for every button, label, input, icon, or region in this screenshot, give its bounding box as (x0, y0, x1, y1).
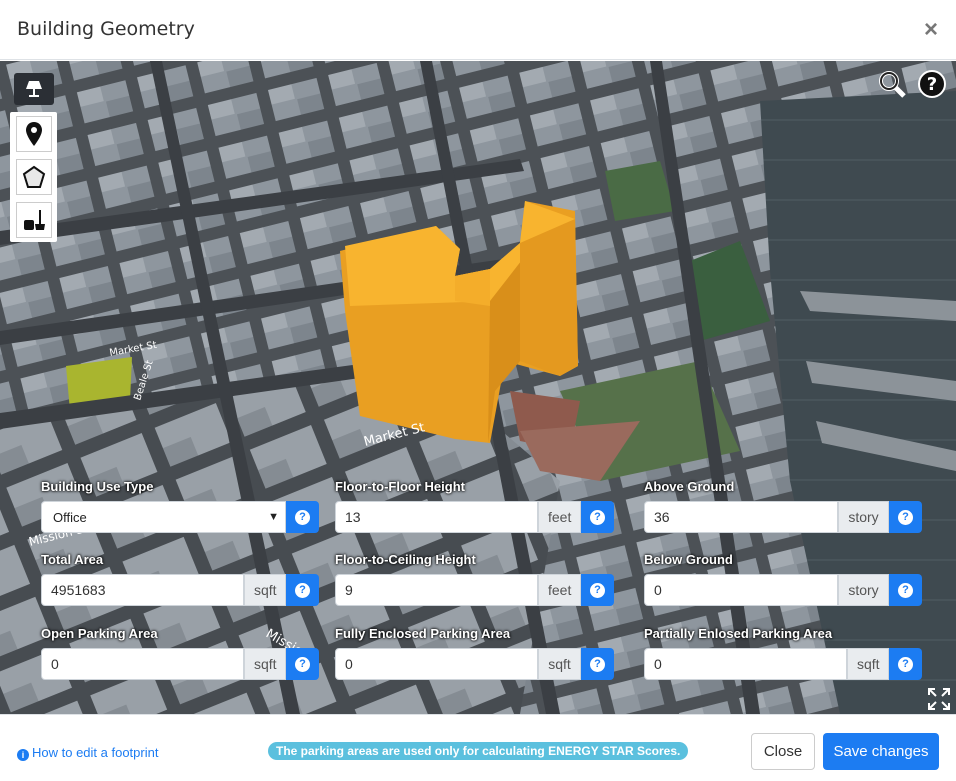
building-use-type-label: Building Use Type (41, 479, 154, 494)
save-changes-button[interactable]: Save changes (823, 733, 939, 770)
help-icon: ? (898, 656, 913, 672)
help-icon[interactable]: ? (916, 68, 948, 100)
total-area-input[interactable]: 4951683 (41, 574, 244, 606)
floor-to-floor-height-help-button[interactable]: ? (581, 501, 614, 533)
how-to-edit-footprint-label: How to edit a footprint (32, 745, 159, 760)
dialog-title: Building Geometry (17, 18, 195, 40)
help-icon: ? (295, 509, 310, 525)
open-parking-area-help-button[interactable]: ? (286, 648, 319, 680)
dialog-header: Building Geometry × (0, 0, 956, 60)
above-ground-help-button[interactable]: ? (889, 501, 922, 533)
total-area-label: Total Area (41, 552, 104, 567)
search-icon[interactable] (876, 68, 908, 100)
above-ground-unit: story (838, 501, 889, 533)
building-use-type-value: Office (53, 510, 87, 525)
above-ground-label: Above Ground (644, 479, 735, 494)
map-pin-icon[interactable] (16, 116, 52, 152)
open-parking-area-label: Open Parking Area (41, 626, 158, 641)
map-view[interactable]: Market St Market St Beale St Mission St … (0, 61, 956, 714)
total-area-help-button[interactable]: ? (286, 574, 319, 606)
floor-to-floor-height-unit: feet (538, 501, 581, 533)
close-icon[interactable]: × (924, 16, 938, 44)
how-to-edit-footprint-link[interactable]: i How to edit a footprint (17, 745, 158, 761)
aerial-city-scene: Market St Market St Beale St Mission St … (0, 61, 956, 714)
above-ground-input[interactable]: 36 (644, 501, 838, 533)
floor-to-ceiling-height-unit: feet (538, 574, 581, 606)
lamp-icon[interactable] (14, 73, 54, 105)
fully-enclosed-parking-area-help-button[interactable]: ? (581, 648, 614, 680)
help-icon: ? (295, 656, 310, 672)
svg-text:?: ? (927, 74, 937, 95)
building-use-type-select[interactable]: Office ▼ (41, 501, 286, 533)
fullscreen-icon[interactable] (926, 686, 952, 712)
fully-enclosed-parking-area-unit: sqft (538, 648, 581, 680)
cleanup-icon[interactable] (16, 202, 52, 238)
partially-enclosed-parking-area-label: Partially Enlosed Parking Area (644, 626, 833, 641)
draw-toolbar (10, 112, 57, 242)
partially-enclosed-parking-area-input[interactable]: 0 (644, 648, 847, 680)
help-icon: ? (590, 656, 605, 672)
below-ground-help-button[interactable]: ? (889, 574, 922, 606)
below-ground-input[interactable]: 0 (644, 574, 838, 606)
help-icon: ? (898, 582, 913, 598)
floor-to-floor-height-input[interactable]: 13 (335, 501, 538, 533)
help-icon: ? (590, 509, 605, 525)
building-use-type-help-button[interactable]: ? (286, 501, 319, 533)
total-area-unit: sqft (244, 574, 286, 606)
parking-note-badge: The parking areas are used only for calc… (268, 742, 689, 760)
floor-to-floor-height-label: Floor-to-Floor Height (335, 479, 465, 494)
polygon-icon[interactable] (16, 159, 52, 195)
partially-enclosed-parking-area-unit: sqft (847, 648, 889, 680)
open-parking-area-input[interactable]: 0 (41, 648, 244, 680)
floor-to-ceiling-height-help-button[interactable]: ? (581, 574, 614, 606)
partially-enclosed-parking-area-help-button[interactable]: ? (889, 648, 922, 680)
dialog-footer: i How to edit a footprint The parking are… (0, 714, 956, 781)
fully-enclosed-parking-area-input[interactable]: 0 (335, 648, 538, 680)
floor-to-ceiling-height-input[interactable]: 9 (335, 574, 538, 606)
open-parking-area-unit: sqft (244, 648, 286, 680)
help-icon: ? (590, 582, 605, 598)
fully-enclosed-parking-area-label: Fully Enclosed Parking Area (335, 626, 511, 641)
info-icon: i (17, 749, 29, 761)
below-ground-label: Below Ground (644, 552, 733, 567)
help-icon: ? (295, 582, 310, 598)
close-button[interactable]: Close (751, 733, 815, 770)
help-icon: ? (898, 509, 913, 525)
below-ground-unit: story (838, 574, 889, 606)
floor-to-ceiling-height-label: Floor-to-Ceiling Height (335, 552, 476, 567)
chevron-down-icon: ▼ (268, 511, 279, 523)
building-geometry-dialog: Building Geometry × Market St Market St … (0, 0, 956, 781)
